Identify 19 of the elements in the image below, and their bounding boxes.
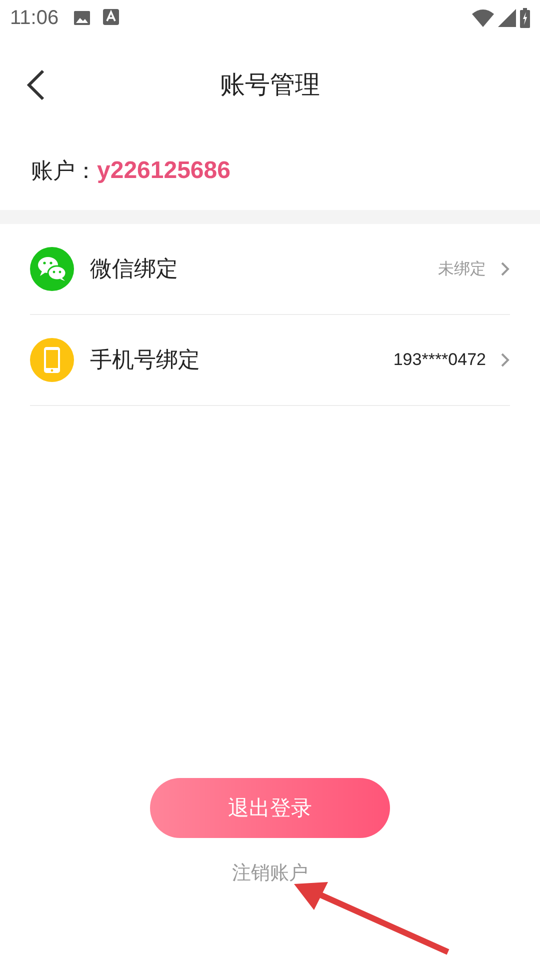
account-label: 账户： <box>31 158 97 186</box>
binding-row[interactable]: 微信绑定 未绑定 <box>30 224 510 315</box>
phone-icon <box>30 338 74 382</box>
binding-status: 未绑定 <box>438 258 486 280</box>
account-id: y226125686 <box>97 157 230 185</box>
gallery-icon <box>72 9 91 27</box>
chevron-icon <box>500 352 510 368</box>
binding-status: 193****0472 <box>393 350 486 370</box>
battery-icon <box>520 8 530 28</box>
wifi-icon <box>472 9 494 27</box>
chat-bubbles-icon <box>30 247 74 291</box>
chevron-icon <box>500 261 510 277</box>
status-time: 11:06 <box>10 6 59 30</box>
page-title: 账号管理 <box>220 68 320 100</box>
binding-label: 微信绑定 <box>90 256 178 284</box>
font-icon <box>102 9 119 25</box>
binding-row[interactable]: 手机号绑定 193****0472 <box>30 315 510 406</box>
signal-icon <box>498 9 516 27</box>
binding-label: 手机号绑定 <box>90 347 200 375</box>
